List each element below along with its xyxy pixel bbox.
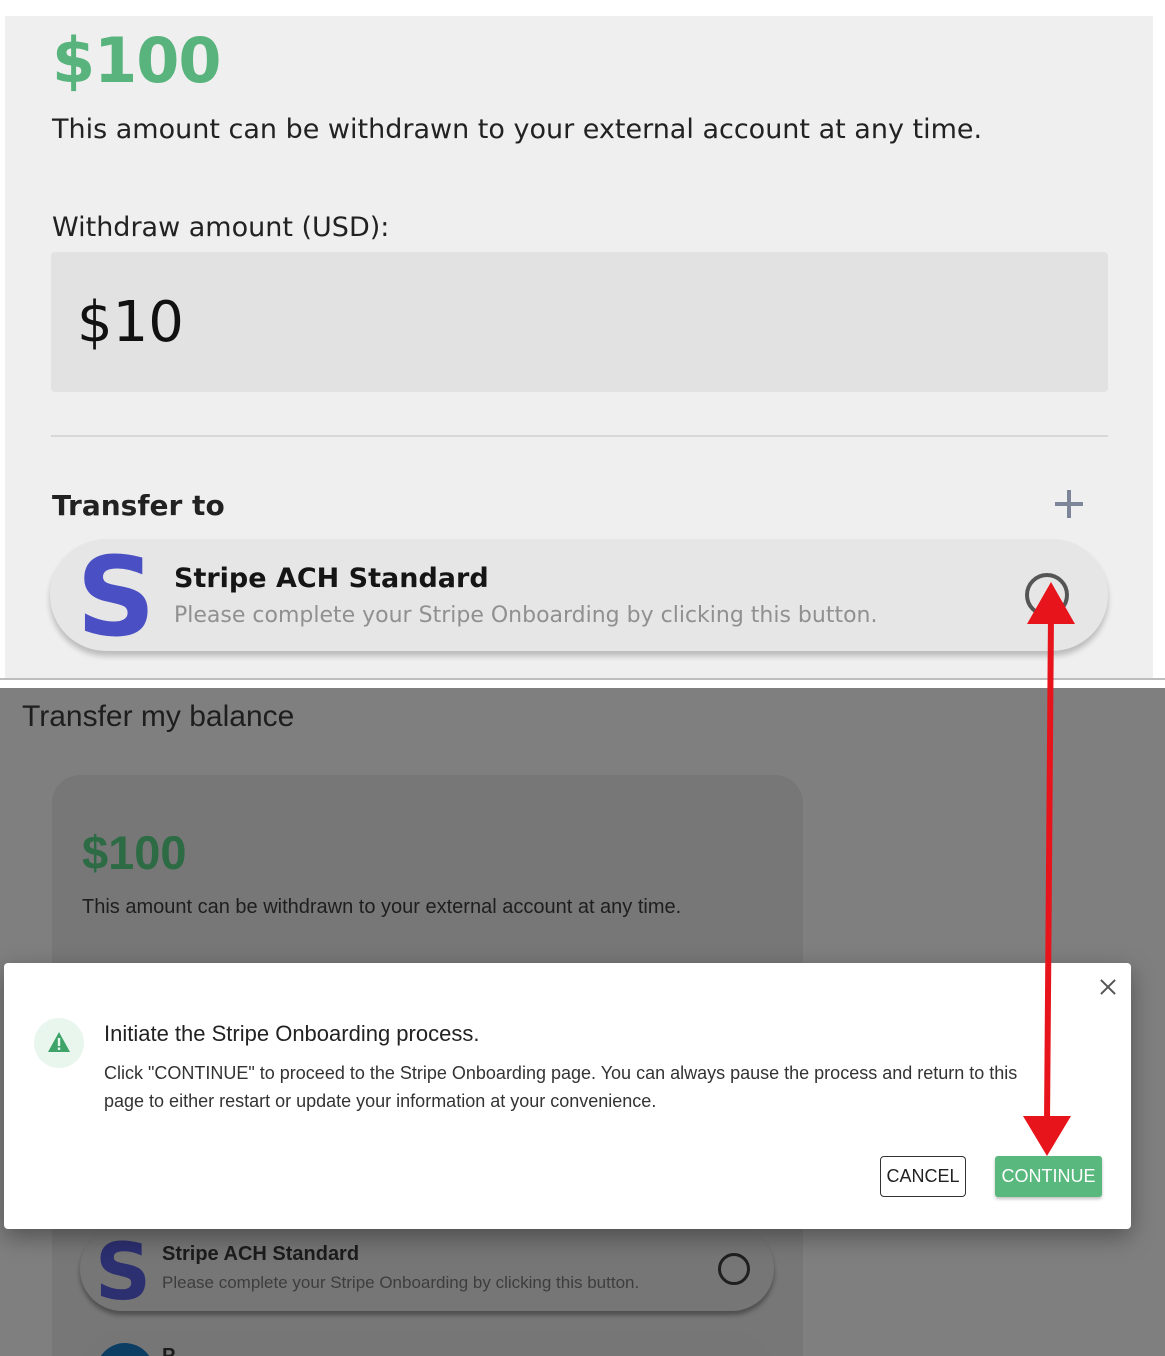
svg-text:S: S (76, 543, 155, 647)
warning-icon (34, 1018, 84, 1068)
account-subtitle: Please complete your Stripe Onboarding b… (174, 603, 878, 628)
page-title: Transfer my balance (22, 700, 295, 733)
account-title: Stripe ACH Standard (162, 1243, 360, 1265)
transfer-to-label: Transfer to (52, 489, 225, 522)
account-radio-button[interactable] (718, 1253, 750, 1285)
divider (51, 435, 1108, 437)
zoomed-transfer-panel: $100 This amount can be withdrawn to you… (5, 16, 1153, 678)
cancel-button[interactable]: CANCEL (880, 1156, 966, 1197)
available-balance: $100 (82, 826, 187, 879)
svg-text:S: S (98, 1231, 148, 1307)
dialog-title: Initiate the Stripe Onboarding process. (104, 1021, 480, 1046)
account-title: P (162, 1345, 176, 1356)
account-title: Stripe ACH Standard (174, 563, 489, 594)
balance-description: This amount can be withdrawn to your ext… (52, 114, 983, 145)
paypal-account-option[interactable]: P (80, 1331, 774, 1356)
close-icon[interactable] (1096, 975, 1120, 999)
panel-separator (0, 678, 1165, 688)
stripe-logo-icon: S (98, 1231, 148, 1307)
continue-button[interactable]: CONTINUE (995, 1156, 1102, 1197)
stripe-logo-icon: S (76, 543, 155, 647)
account-subtitle: Please complete your Stripe Onboarding b… (162, 1273, 640, 1292)
paypal-logo-icon (96, 1343, 154, 1356)
stripe-account-option[interactable]: S Stripe ACH Standard Please complete yo… (80, 1227, 774, 1311)
account-radio-button[interactable] (1025, 573, 1069, 617)
available-balance: $100 (52, 24, 222, 97)
stripe-account-option[interactable]: S Stripe ACH Standard Please complete yo… (50, 539, 1108, 651)
withdraw-amount-value: $10 (77, 290, 184, 355)
withdraw-amount-input[interactable]: $10 (51, 252, 1108, 392)
onboarding-dialog: Initiate the Stripe Onboarding process. … (4, 963, 1131, 1229)
dialog-message: Click "CONTINUE" to proceed to the Strip… (104, 1063, 1018, 1111)
add-account-plus-icon[interactable] (1051, 486, 1087, 522)
withdraw-amount-label: Withdraw amount (USD): (52, 212, 390, 243)
balance-description: This amount can be withdrawn to your ext… (82, 896, 682, 918)
